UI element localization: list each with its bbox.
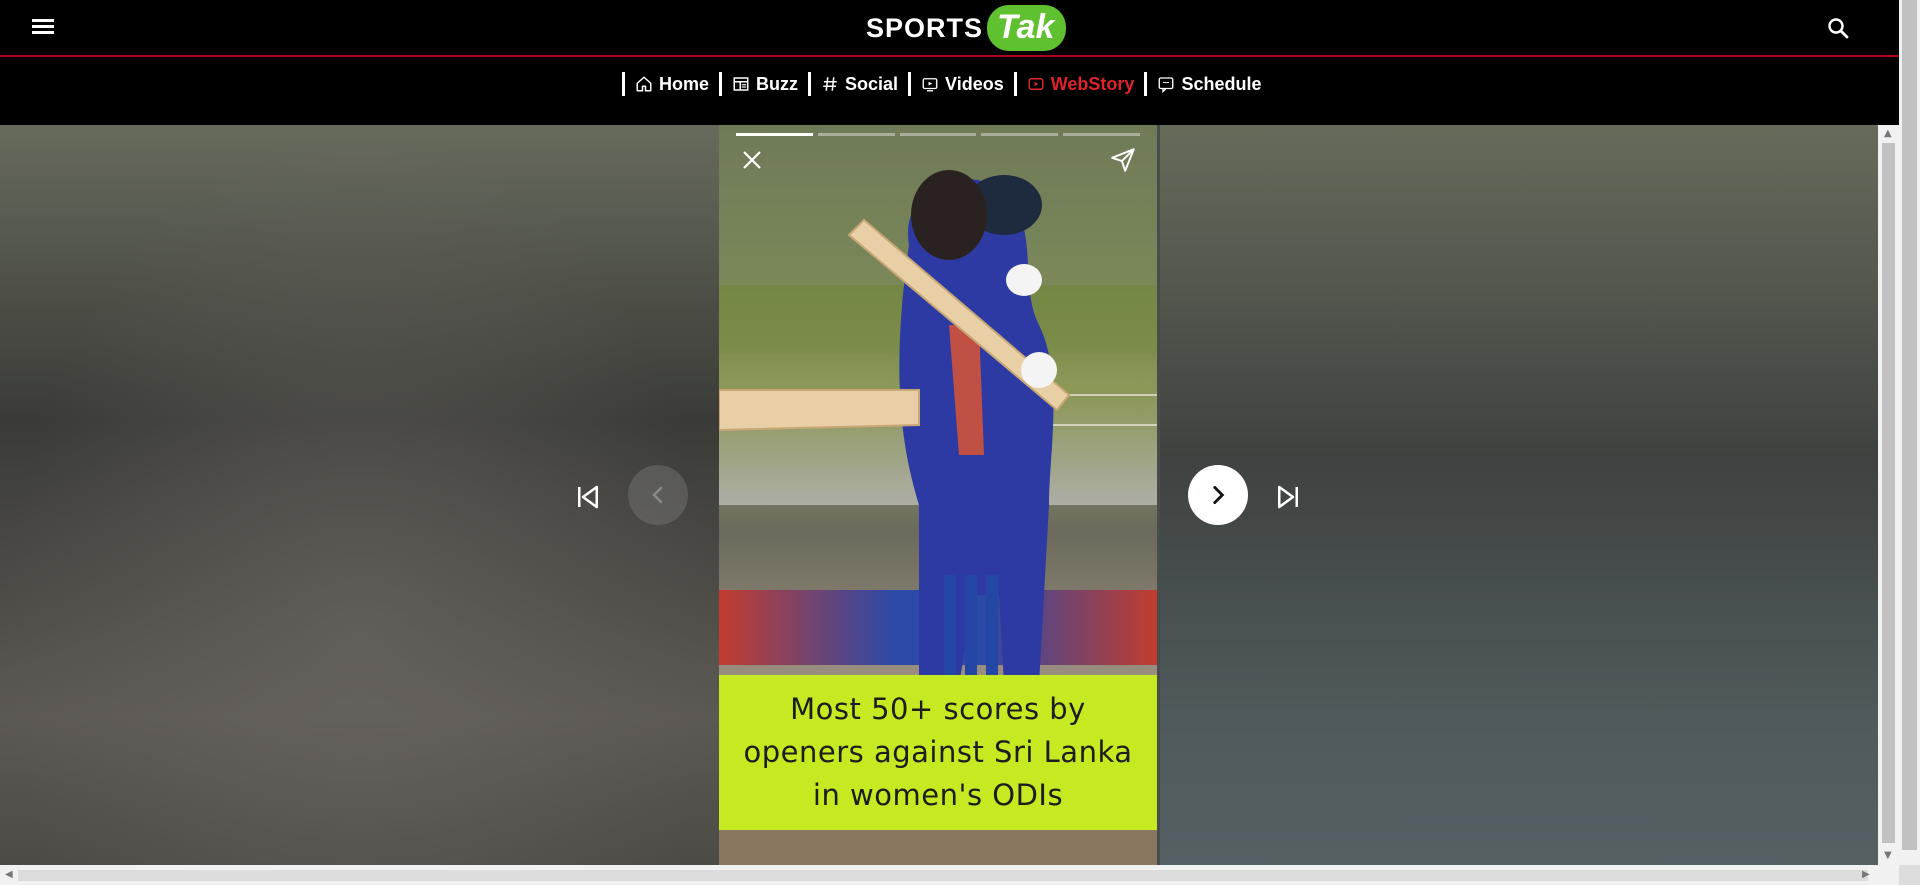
progress-segment <box>1063 133 1140 136</box>
nav-item-videos[interactable]: Videos <box>921 74 1004 95</box>
nav-item-buzz[interactable]: Buzz <box>732 74 798 95</box>
story-caption: Most 50+ scores by openers against Sri L… <box>719 675 1157 830</box>
nav-item-schedule[interactable]: Schedule <box>1157 74 1261 95</box>
search-icon[interactable] <box>1826 16 1852 42</box>
calendar-icon <box>1159 77 1174 93</box>
scroll-down-arrow[interactable]: ▼ <box>1884 851 1892 861</box>
scroll-up-arrow[interactable]: ▲ <box>1884 129 1892 139</box>
progress-segment <box>817 133 895 136</box>
main-nav: Home Buzz Social Videos WebStory Schedul… <box>0 57 1899 125</box>
nav-separator <box>1144 72 1148 96</box>
nav-separator <box>808 72 812 96</box>
webstory-viewer: Most 50+ scores by openers against Sri L… <box>0 125 1878 865</box>
blurred-background-left <box>0 125 720 865</box>
hash-icon <box>823 77 837 91</box>
inner-vertical-scrollbar[interactable]: ▲ ▼ <box>1878 125 1899 865</box>
logo-text-sports: SPORTS <box>866 12 984 43</box>
nav-label-social: Social <box>845 73 899 94</box>
next-story-button[interactable] <box>1188 465 1248 525</box>
nav-separator <box>719 72 723 96</box>
nav-label-home: Home <box>659 73 710 94</box>
nav-label-schedule: Schedule <box>1181 73 1262 94</box>
nav-item-social[interactable]: Social <box>821 74 898 95</box>
nav-label-videos: Videos <box>945 73 1004 94</box>
nav-separator <box>1013 72 1017 96</box>
scroll-right-arrow[interactable]: ▶ <box>1862 870 1870 880</box>
previous-story-button[interactable] <box>628 465 688 525</box>
scrollbar-corner <box>1899 865 1920 885</box>
chevron-left-icon <box>652 486 663 504</box>
scrollbar-thumb[interactable] <box>1882 143 1895 843</box>
horizontal-scrollbar[interactable]: ◀ ▶ <box>0 865 1899 885</box>
blurred-background-right <box>1160 125 1878 865</box>
skip-to-first-icon[interactable] <box>573 482 603 512</box>
share-icon[interactable] <box>1110 147 1136 173</box>
progress-segment <box>736 133 813 136</box>
sports-tak-logo[interactable]: SPORTS Tak <box>866 5 1067 51</box>
newspaper-icon <box>733 77 749 91</box>
nav-item-home[interactable]: Home <box>635 74 709 95</box>
story-caption-text: Most 50+ scores by openers against Sri L… <box>743 692 1133 812</box>
scroll-left-arrow[interactable]: ◀ <box>5 870 13 880</box>
progress-segment <box>899 133 977 136</box>
menu-icon[interactable] <box>28 16 58 40</box>
home-icon <box>636 76 652 92</box>
page-vertical-scrollbar[interactable] <box>1899 0 1920 865</box>
logo-text-tak: Tak <box>987 5 1067 51</box>
close-icon[interactable] <box>740 148 764 172</box>
nav-label-buzz: Buzz <box>756 73 799 94</box>
story-progress-bar <box>736 133 1140 136</box>
play-icon <box>1028 78 1044 90</box>
top-header: SPORTS Tak <box>0 0 1899 57</box>
nav-separator <box>908 72 912 96</box>
nav-item-webstory[interactable]: WebStory <box>1027 73 1135 95</box>
nav-separator <box>622 72 625 96</box>
nav-label-webstory: WebStory <box>1050 73 1135 94</box>
scrollbar-thumb[interactable] <box>1902 0 1917 850</box>
video-icon <box>922 78 938 92</box>
skip-to-last-icon[interactable] <box>1273 482 1303 512</box>
story-card[interactable]: Most 50+ scores by openers against Sri L… <box>719 125 1157 865</box>
scrollbar-thumb[interactable] <box>18 870 1868 881</box>
chevron-right-icon <box>1213 486 1225 504</box>
progress-segment <box>981 133 1059 136</box>
